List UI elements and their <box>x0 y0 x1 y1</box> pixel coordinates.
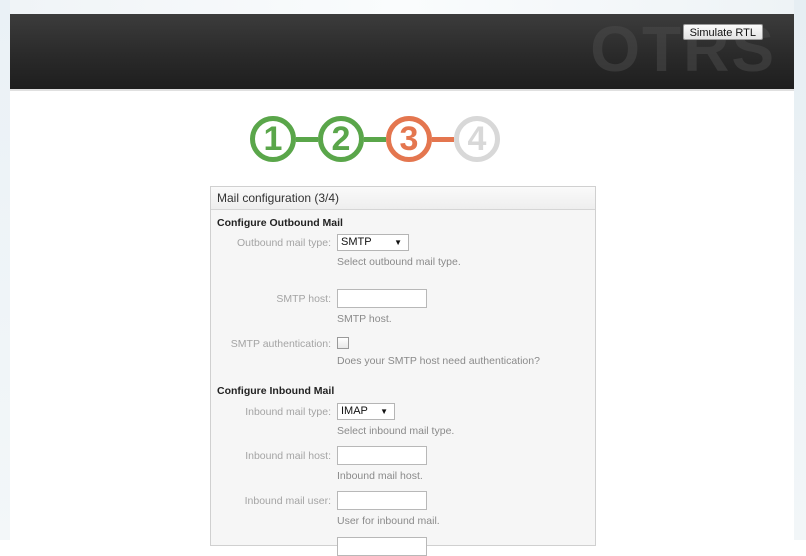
smtp-auth-checkbox[interactable] <box>337 337 349 349</box>
step-4-indicator: 4 <box>454 116 500 162</box>
outbound-type-value: SMTP <box>341 236 372 248</box>
inbound-user-hint: User for inbound mail. <box>337 515 440 527</box>
page-background-left <box>0 0 10 540</box>
outbound-type-hint: Select outbound mail type. <box>337 256 461 268</box>
inbound-section-title: Configure Inbound Mail <box>217 385 335 397</box>
inbound-host-label: Inbound mail host: <box>245 450 331 462</box>
step-connector <box>364 137 386 142</box>
step-connector <box>432 137 454 142</box>
smtp-host-input[interactable] <box>337 289 427 308</box>
inbound-type-label: Inbound mail type: <box>245 406 331 418</box>
smtp-host-hint: SMTP host. <box>337 313 392 325</box>
inbound-user-input[interactable] <box>337 491 427 510</box>
smtp-host-label: SMTP host: <box>276 293 331 305</box>
smtp-auth-hint: Does your SMTP host need authentication? <box>337 355 540 367</box>
page-background-right <box>794 0 806 540</box>
simulate-rtl-button[interactable]: Simulate RTL <box>682 24 763 40</box>
outbound-type-select[interactable]: SMTP ▼ <box>337 234 409 251</box>
inbound-host-input[interactable] <box>337 446 427 465</box>
inbound-type-hint: Select inbound mail type. <box>337 425 455 437</box>
inbound-host-hint: Inbound mail host. <box>337 470 423 482</box>
step-connector <box>296 137 318 142</box>
mail-configuration-panel: Mail configuration (3/4) Configure Outbo… <box>210 186 596 556</box>
chevron-down-icon: ▼ <box>380 407 388 416</box>
inbound-user-label: Inbound mail user: <box>244 495 331 507</box>
outbound-section-title: Configure Outbound Mail <box>217 217 343 229</box>
top-background <box>10 0 794 14</box>
smtp-auth-label: SMTP authentication: <box>230 338 331 350</box>
step-2-indicator: 2 <box>318 116 364 162</box>
chevron-down-icon: ▼ <box>394 238 402 247</box>
inbound-type-select[interactable]: IMAP ▼ <box>337 403 395 420</box>
header-bar: OTRS Simulate RTL <box>10 14 794 91</box>
panel-title: Mail configuration (3/4) <box>211 187 595 210</box>
step-3-indicator: 3 <box>386 116 432 162</box>
step-1-indicator: 1 <box>250 116 296 162</box>
inbound-type-value: IMAP <box>341 405 368 417</box>
step-progress: 1 2 3 4 <box>248 116 548 172</box>
outbound-type-label: Outbound mail type: <box>237 237 331 249</box>
